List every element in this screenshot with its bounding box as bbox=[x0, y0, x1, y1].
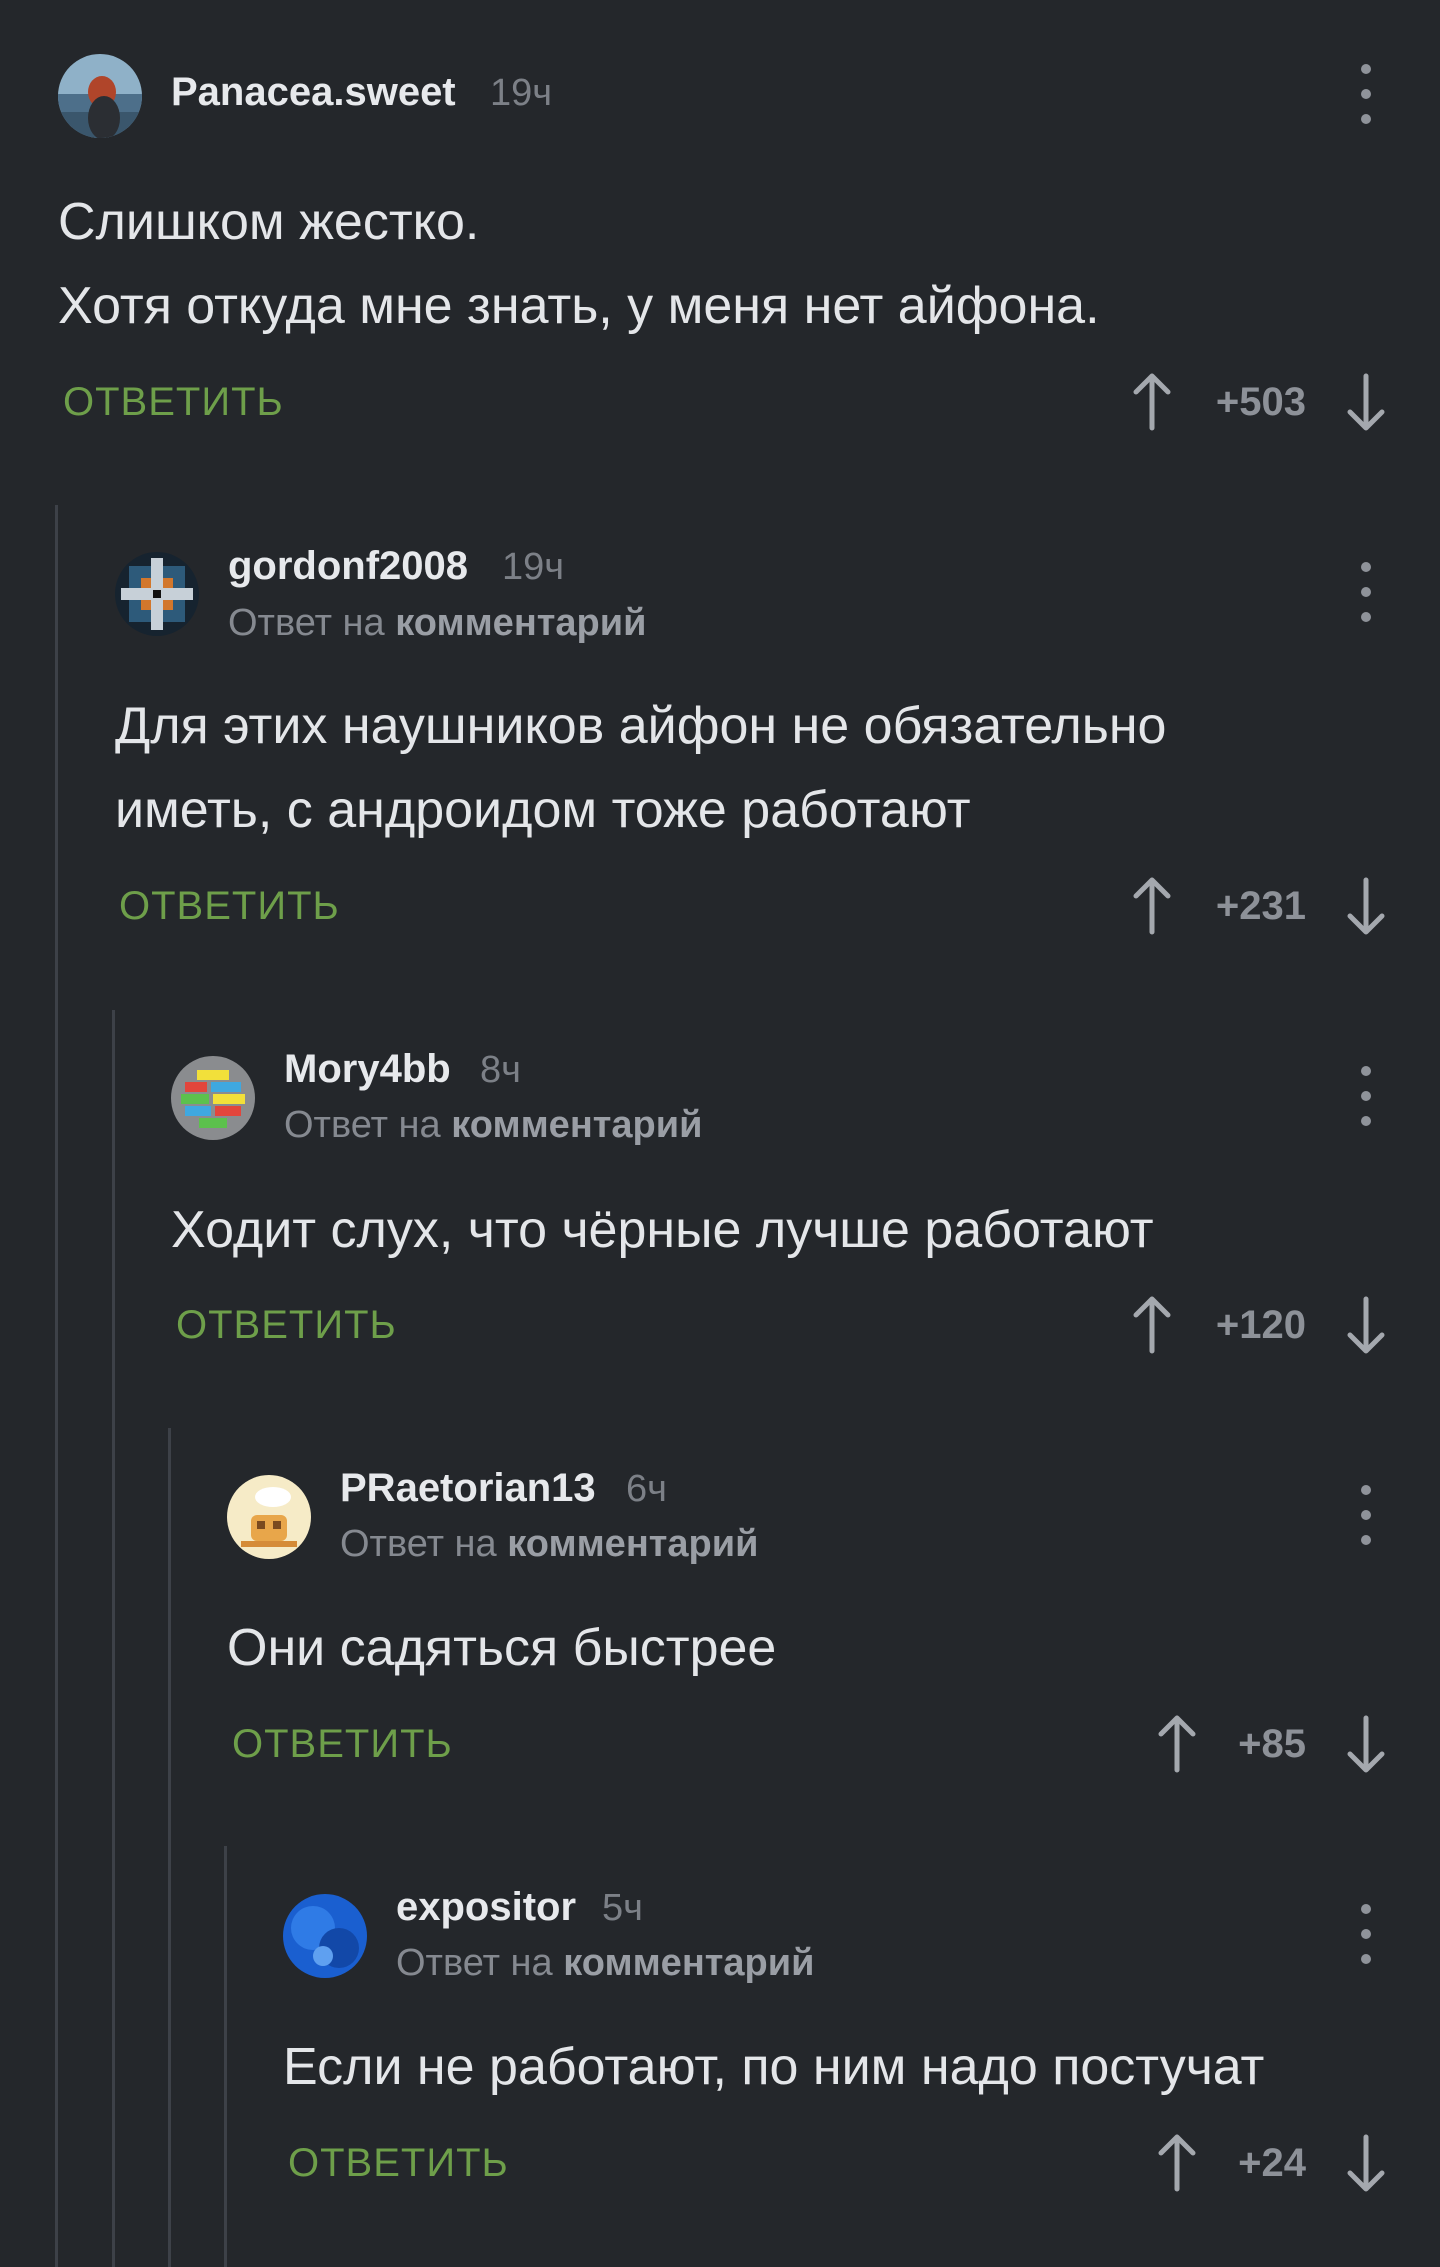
avatar[interactable] bbox=[283, 1894, 367, 1978]
comment-thread: Panacea.sweet 19ч Слишком жестко. Хотя о… bbox=[0, 0, 1440, 2267]
reply-to-line: Ответ на комментарий bbox=[228, 602, 646, 645]
arrow-down-icon[interactable] bbox=[1344, 1714, 1388, 1774]
thread-rule-level-1[interactable] bbox=[55, 505, 58, 2267]
comment-text: Слишком жестко. Хотя откуда мне знать, у… bbox=[58, 193, 1100, 335]
comment-author[interactable]: Panacea.sweet bbox=[171, 70, 456, 115]
reply-to-line: Ответ на комментарий bbox=[396, 1942, 814, 1985]
comment-time: 6ч bbox=[626, 1468, 667, 1510]
reply-to-prefix: Ответ на bbox=[340, 1523, 508, 1565]
avatar[interactable] bbox=[58, 54, 142, 138]
comment-text: Они садяться быстрее bbox=[227, 1619, 777, 1677]
arrow-up-icon[interactable] bbox=[1130, 876, 1174, 936]
comment-time: 19ч bbox=[490, 72, 553, 114]
reply-button[interactable]: ОТВЕТИТЬ bbox=[119, 884, 340, 929]
avatar[interactable] bbox=[227, 1475, 311, 1559]
arrow-down-icon[interactable] bbox=[1344, 2133, 1388, 2193]
reply-button[interactable]: ОТВЕТИТЬ bbox=[288, 2141, 509, 2186]
comment-time: 19ч bbox=[502, 546, 565, 588]
reply-to-prefix: Ответ на bbox=[228, 602, 396, 644]
reply-to-line: Ответ на комментарий bbox=[284, 1104, 702, 1147]
arrow-down-icon[interactable] bbox=[1344, 1295, 1388, 1355]
vote-score: +85 bbox=[1238, 1722, 1306, 1766]
reply-to-link[interactable]: комментарий bbox=[507, 1523, 758, 1565]
comment-text: Для этих наушников айфон не обязательно … bbox=[115, 697, 1167, 839]
reply-button[interactable]: ОТВЕТИТЬ bbox=[63, 380, 284, 425]
vote-score: +24 bbox=[1238, 2141, 1306, 2185]
reply-to-link[interactable]: комментарий bbox=[563, 1942, 814, 1984]
reply-button[interactable]: ОТВЕТИТЬ bbox=[232, 1722, 453, 1767]
arrow-up-icon[interactable] bbox=[1155, 2133, 1199, 2193]
comment-author[interactable]: expositor bbox=[396, 1885, 576, 1930]
more-vertical-icon[interactable] bbox=[1346, 1904, 1386, 1964]
vote-score: +120 bbox=[1215, 1303, 1306, 1347]
thread-rule-level-3[interactable] bbox=[168, 1428, 171, 2267]
comment-text: Ходит слух, что чёрные лучше работают bbox=[171, 1201, 1154, 1259]
reply-to-link[interactable]: комментарий bbox=[395, 602, 646, 644]
vote-score: +231 bbox=[1215, 884, 1306, 928]
comment-author[interactable]: gordonf2008 bbox=[228, 544, 468, 589]
comment-time: 5ч bbox=[602, 1887, 643, 1929]
reply-to-line: Ответ на комментарий bbox=[340, 1523, 758, 1566]
vote-score: +503 bbox=[1215, 380, 1306, 424]
avatar[interactable] bbox=[115, 552, 199, 636]
more-vertical-icon[interactable] bbox=[1346, 1485, 1386, 1545]
arrow-up-icon[interactable] bbox=[1155, 1714, 1199, 1774]
reply-to-prefix: Ответ на bbox=[284, 1104, 452, 1146]
arrow-up-icon[interactable] bbox=[1130, 372, 1174, 432]
avatar[interactable] bbox=[171, 1056, 255, 1140]
reply-to-prefix: Ответ на bbox=[396, 1942, 564, 1984]
more-vertical-icon[interactable] bbox=[1346, 1066, 1386, 1126]
thread-rule-level-2[interactable] bbox=[112, 1010, 115, 2267]
reply-to-link[interactable]: комментарий bbox=[451, 1104, 702, 1146]
comment-time: 8ч bbox=[480, 1049, 521, 1091]
reply-button[interactable]: ОТВЕТИТЬ bbox=[176, 1303, 397, 1348]
arrow-up-icon[interactable] bbox=[1130, 1295, 1174, 1355]
more-vertical-icon[interactable] bbox=[1346, 64, 1386, 124]
comment-author[interactable]: Mory4bb bbox=[284, 1047, 451, 1092]
comment-text: Если не работают, по ним надо постучат bbox=[283, 2038, 1265, 2096]
more-vertical-icon[interactable] bbox=[1346, 562, 1386, 622]
arrow-down-icon[interactable] bbox=[1344, 372, 1388, 432]
thread-rule-level-4[interactable] bbox=[224, 1846, 227, 2267]
comment-author[interactable]: PRaetorian13 bbox=[340, 1466, 596, 1511]
arrow-down-icon[interactable] bbox=[1344, 876, 1388, 936]
